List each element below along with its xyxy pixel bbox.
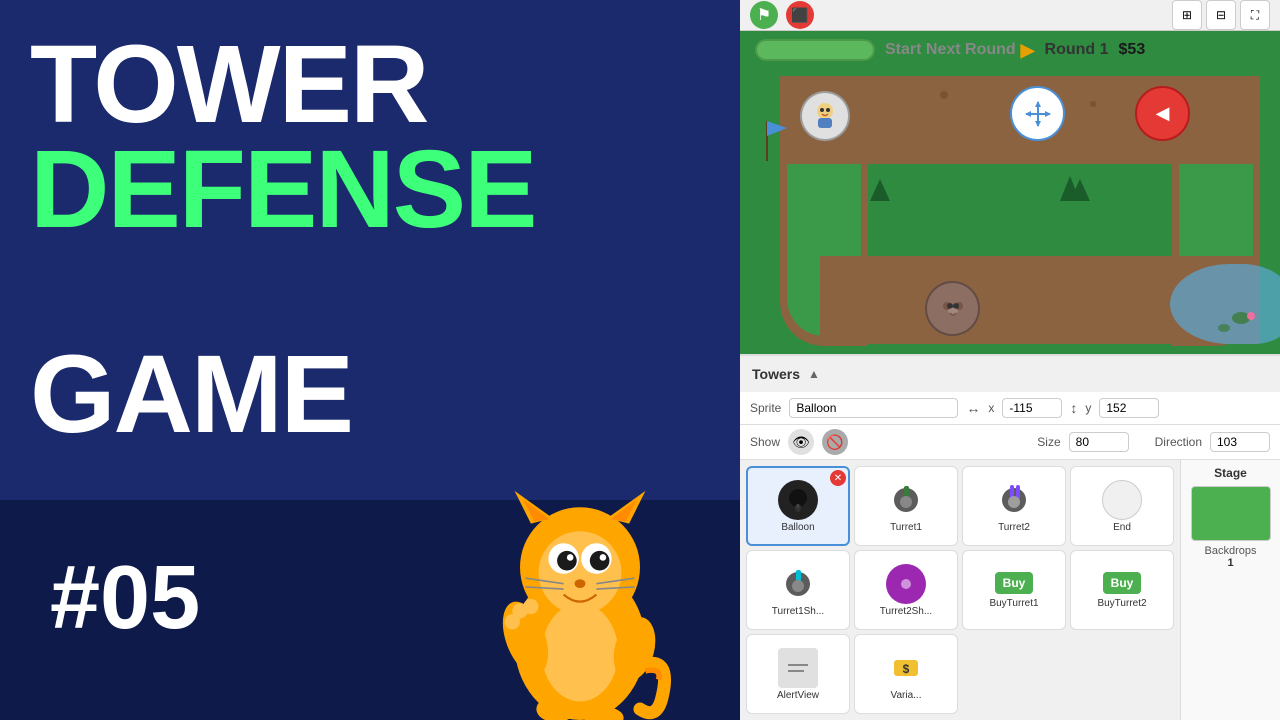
- variable-icon: $: [886, 648, 926, 688]
- topbar-controls: ⚑ ⬛: [750, 1, 814, 29]
- sprite-monkey: [925, 281, 980, 336]
- sprite-name-input[interactable]: [789, 398, 958, 418]
- left-panel-bottom: #05: [0, 500, 740, 720]
- direction-input[interactable]: [1210, 432, 1270, 452]
- game-hud: Start Next Round ▶ Round 1 $53: [740, 39, 1280, 61]
- title-defense: DEFENSE: [30, 135, 536, 245]
- view-icon-1[interactable]: ⊞: [1172, 0, 1202, 30]
- turret1-icon: [886, 480, 926, 520]
- sprite-cell-buyturret1[interactable]: Buy BuyTurret1: [962, 550, 1066, 630]
- sprites-header-label: Towers: [752, 366, 800, 382]
- sprite-cell-alertview[interactable]: AlertView: [746, 634, 850, 714]
- variable-label: Varia...: [891, 690, 922, 701]
- svg-text:$: $: [903, 662, 910, 676]
- stop-button[interactable]: ⬛: [786, 1, 814, 29]
- show-visible-button[interactable]: 👁: [788, 429, 814, 455]
- play-arrow-icon: ▶: [1021, 40, 1035, 61]
- sprite-cell-buyturret2[interactable]: Buy BuyTurret2: [1070, 550, 1174, 630]
- buyturret1-icon: Buy: [995, 572, 1034, 594]
- left-panel: TOWER DEFENSE GAME #05: [0, 0, 740, 720]
- sprite-cell-turret1sh[interactable]: Turret1Sh...: [746, 550, 850, 630]
- show-hidden-button[interactable]: 🚫: [822, 429, 848, 455]
- scratch-cat-image: [460, 480, 700, 720]
- title-tower: TOWER: [30, 30, 427, 140]
- y-input[interactable]: [1099, 398, 1159, 418]
- size-label: Size: [1037, 435, 1060, 449]
- sprite-cell-turret2[interactable]: Turret2: [962, 466, 1066, 546]
- alertview-icon: [778, 648, 818, 688]
- sprite-move-icon: [1010, 86, 1065, 141]
- stage-panel: Stage Backdrops 1: [1180, 460, 1280, 720]
- green-flag-button[interactable]: ⚑: [750, 1, 778, 29]
- buyturret1-label: BuyTurret1: [989, 598, 1038, 609]
- show-row: Show 👁 🚫 Size Direction: [740, 425, 1280, 460]
- turret1-label: Turret1: [890, 522, 922, 533]
- sprite-properties-row: Sprite ↔ x ↕ y: [740, 392, 1280, 425]
- sprite-cell-turret2sh[interactable]: Turret2Sh...: [854, 550, 958, 630]
- title-game: GAME: [30, 340, 352, 450]
- stage-label: Stage: [1214, 466, 1247, 480]
- round-info: Round 1: [1045, 41, 1109, 59]
- sprite-cell-end[interactable]: End: [1070, 466, 1174, 546]
- sprites-grid-area: ✕ Balloon: [740, 460, 1280, 720]
- sprites-grid: ✕ Balloon: [740, 460, 1180, 720]
- y-label: y: [1085, 401, 1091, 415]
- money-display: $53: [1119, 41, 1146, 59]
- show-label: Show: [750, 435, 780, 449]
- sprites-panel-header: Towers ▲: [740, 354, 1280, 392]
- buyturret2-icon: Buy: [1103, 572, 1142, 594]
- game-viewport: Start Next Round ▶ Round 1 $53: [740, 31, 1280, 354]
- sprite-cell-balloon[interactable]: ✕ Balloon: [746, 466, 850, 546]
- y-arrow-icon: ↕: [1070, 400, 1077, 416]
- x-input[interactable]: [1002, 398, 1062, 418]
- size-input[interactable]: [1069, 432, 1129, 452]
- sprite-red-enemy: ◀: [1135, 86, 1190, 141]
- end-icon: [1102, 480, 1142, 520]
- stage-thumbnail[interactable]: [1191, 486, 1271, 541]
- sprites-header-arrow: ▲: [808, 367, 820, 381]
- backdrops-count: 1: [1227, 557, 1233, 569]
- delete-balloon-button[interactable]: ✕: [830, 470, 846, 486]
- direction-label: Direction: [1155, 435, 1202, 449]
- view-icon-2[interactable]: ⊟: [1206, 0, 1236, 30]
- backdrops-label: Backdrops: [1205, 545, 1257, 557]
- turret2-label: Turret2: [998, 522, 1030, 533]
- alertview-label: AlertView: [777, 690, 819, 701]
- balloon-label: Balloon: [781, 522, 814, 533]
- water-area: [1170, 264, 1280, 344]
- scratch-ui-bottom: Towers ▲ Sprite ↔ x ↕ y Show 👁 🚫 Size Di…: [740, 354, 1280, 720]
- turret1sh-icon: [778, 564, 818, 604]
- lily-pad-2: [1218, 324, 1230, 332]
- start-round-button[interactable]: Start Next Round ▶: [885, 40, 1035, 61]
- buyturret2-label: BuyTurret2: [1097, 598, 1146, 609]
- x-label: x: [988, 401, 994, 415]
- sprite-cell-turret1[interactable]: Turret1: [854, 466, 958, 546]
- right-panel: ⚑ ⬛ ⊞ ⊟ ⛶: [740, 0, 1280, 720]
- turret1sh-label: Turret1Sh...: [772, 606, 824, 617]
- flag-decoration: [762, 116, 792, 171]
- start-round-label: Start Next Round: [885, 41, 1016, 59]
- sprite-cell-variable[interactable]: $ Varia...: [854, 634, 958, 714]
- view-icon-fullscreen[interactable]: ⛶: [1240, 0, 1270, 30]
- view-icons: ⊞ ⊟ ⛶: [1172, 0, 1270, 30]
- health-bar: [755, 39, 875, 61]
- x-arrow-icon: ↔: [966, 400, 980, 416]
- turret2sh-label: Turret2Sh...: [880, 606, 932, 617]
- turret2-icon: [994, 480, 1034, 520]
- turret2sh-icon: [886, 564, 926, 604]
- sprite-name-label: Sprite: [750, 401, 781, 415]
- sprite-boy: [800, 91, 850, 141]
- scratch-topbar: ⚑ ⬛ ⊞ ⊟ ⛶: [740, 0, 1280, 31]
- episode-badge: #05: [50, 547, 200, 650]
- balloon-icon: [778, 480, 818, 520]
- end-label: End: [1113, 522, 1131, 533]
- flower: [1247, 312, 1255, 320]
